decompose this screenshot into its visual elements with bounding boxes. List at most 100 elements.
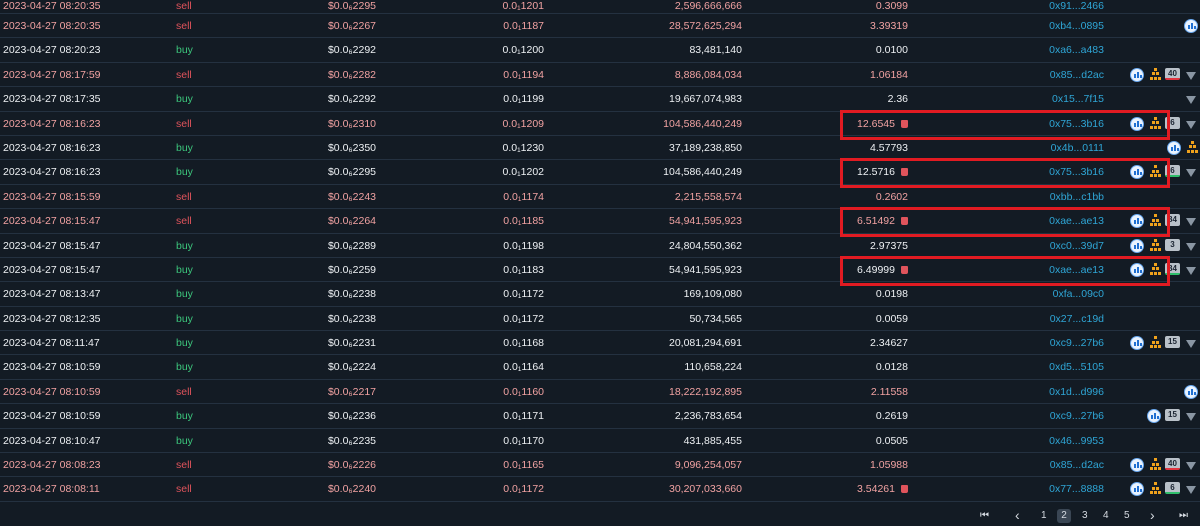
trade-usd-price: $0.0₆2264 — [328, 209, 376, 233]
page-4-button[interactable]: 4 — [1103, 510, 1109, 521]
trade-type: sell — [176, 453, 192, 477]
trade-usd-price: $0.0₆2243 — [328, 185, 376, 209]
trade-price: 0.0₁1200 — [503, 38, 545, 62]
trade-usd-price-text: $0.0₆2235 — [327, 434, 376, 447]
filter-icon[interactable] — [1186, 218, 1196, 227]
table-row-partial: 2023-04-27 08:20:35 sell $0.0₆2295 0.0₁1… — [0, 0, 1200, 14]
trade-amount-text: 50,734,565 — [689, 312, 742, 325]
maker-address-link[interactable]: 0x1d...d996 — [1049, 380, 1104, 404]
chart-icon[interactable] — [1167, 140, 1181, 155]
trade-amount-text: 431,885,455 — [683, 434, 742, 447]
maker-address-link-text: 0x1d...d996 — [1049, 385, 1104, 398]
trade-price: 0.0₁1199 — [503, 87, 544, 111]
trade-time-text: 2023-04-27 08:20:35 — [3, 20, 101, 32]
maker-address-link[interactable]: 0x27...c19d — [1050, 307, 1104, 331]
filter-icon[interactable] — [1186, 120, 1196, 129]
filter-icon[interactable] — [1186, 340, 1196, 349]
trade-type-text: buy — [176, 239, 193, 252]
trade-time: 2023-04-27 08:17:59 — [3, 63, 101, 87]
first-page-button[interactable]: ⏮ — [980, 510, 989, 521]
trade-amount: 2,215,558,574 — [675, 185, 742, 209]
trade-type: buy — [176, 282, 193, 306]
filter-icon[interactable] — [1186, 266, 1196, 275]
maker-address-link[interactable]: 0x15...7f15 — [1052, 87, 1104, 111]
maker-address-link[interactable]: 0xc9...27b6 — [1050, 404, 1104, 428]
trade-amount-text: 37,189,238,850 — [669, 141, 742, 154]
trade-usd-price: $0.0₆2235 — [328, 429, 376, 453]
chart-icon[interactable] — [1130, 336, 1144, 351]
filter-icon[interactable] — [1186, 96, 1196, 105]
trade-type-text: sell — [176, 117, 192, 130]
trade-usd-price: $0.0₆2350 — [328, 136, 376, 160]
trade-type: buy — [176, 307, 193, 331]
trade-type-text: sell — [176, 190, 192, 203]
trade-usd-price: $0.0₆2238 — [328, 307, 376, 331]
trade-type: sell — [176, 185, 192, 209]
maker-address-link[interactable]: 0x85...d2ac — [1050, 63, 1104, 87]
trade-price: 0.0₁1187 — [503, 14, 544, 38]
trade-price: 0.0₁1170 — [503, 429, 544, 453]
page-1-button[interactable]: 1 — [1041, 510, 1047, 521]
maker-address-link[interactable]: 0xa6...a483 — [1049, 38, 1104, 62]
page-3-button[interactable]: 3 — [1082, 510, 1088, 521]
filter-icon[interactable] — [1186, 242, 1196, 251]
filter-icon[interactable] — [1186, 71, 1196, 80]
filter-icon[interactable] — [1186, 462, 1196, 471]
maker-address-link-text: 0xc0...39d7 — [1049, 239, 1104, 252]
trade-price: 0.0₁1185 — [503, 209, 544, 233]
chart-icon[interactable] — [1130, 238, 1144, 253]
trade-time-text: 2023-04-27 08:13:47 — [3, 288, 101, 301]
tx-count-badge: 6 — [1165, 482, 1180, 495]
last-page-button[interactable]: ⏭ — [1179, 510, 1188, 521]
maker-address-link-text: 0xc9...27b6 — [1049, 410, 1104, 423]
chart-icon[interactable] — [1130, 67, 1144, 82]
trade-total: 0.0128 — [876, 355, 908, 379]
trade-type-text: buy — [176, 361, 193, 374]
maker-address-link-text: 0xb4...0895 — [1049, 20, 1104, 32]
trade-amount: 8,886,084,034 — [675, 63, 742, 87]
trade-time-text: 2023-04-27 08:10:59 — [3, 385, 101, 398]
next-page-button[interactable]: › — [1150, 507, 1155, 523]
page-5-button[interactable]: 5 — [1124, 510, 1130, 521]
trade-usd-price-text: $0.0₆2231 — [327, 337, 376, 350]
maker-address-link[interactable]: 0xc9...27b6 — [1050, 331, 1104, 355]
trade-amount: 83,481,140 — [689, 38, 742, 62]
filter-icon[interactable] — [1186, 169, 1196, 178]
trade-price: 0.0₁1172 — [503, 282, 544, 306]
chart-icon[interactable] — [1130, 482, 1144, 497]
wallet-tags — [1124, 14, 1198, 38]
maker-address-link[interactable]: 0x77...8888 — [1049, 477, 1104, 501]
filter-icon[interactable] — [1186, 486, 1196, 495]
filter-icon[interactable] — [1186, 413, 1196, 422]
trade-amount-text: 18,222,192,895 — [669, 385, 742, 398]
trade-usd-price: $0.0₆2231 — [328, 331, 376, 355]
trade-time: 2023-04-27 08:08:23 — [3, 453, 101, 477]
trade-usd-price-text: $0.0₆2217 — [327, 385, 376, 398]
trade-total-text: 0.2619 — [875, 410, 908, 423]
trade-amount-text: 19,667,074,983 — [669, 93, 742, 106]
wallet-tags: 40 — [1124, 63, 1198, 87]
chart-icon[interactable] — [1184, 19, 1198, 33]
trade-price-text: 0.0₁1174 — [503, 190, 544, 203]
trade-total-text: 0.0100 — [875, 44, 908, 57]
trade-type-text: buy — [176, 166, 193, 179]
trade-total: 3.39319 — [870, 14, 908, 38]
trade-amount-text: 169,109,080 — [683, 288, 742, 301]
chart-icon[interactable] — [1184, 384, 1198, 399]
trade-total-text: 1.06184 — [870, 68, 908, 81]
prev-page-button[interactable]: ‹ — [1015, 507, 1020, 523]
trade-time-text: 2023-04-27 08:16:23 — [3, 166, 101, 179]
page-2-button[interactable]: 2 — [1057, 509, 1071, 523]
trade-time: 2023-04-27 08:11:47 — [3, 331, 100, 355]
trade-usd-price: $0.0₆2282 — [328, 63, 376, 87]
chart-icon[interactable] — [1147, 409, 1161, 424]
trade-type-text: sell — [176, 385, 192, 398]
trade-usd-price-text: $0.0₆2310 — [327, 117, 376, 130]
chart-icon[interactable] — [1130, 458, 1144, 473]
trade-price: 0.0₁1164 — [503, 355, 544, 379]
maker-address-link[interactable]: 0x85...d2ac — [1050, 453, 1104, 477]
maker-address-link[interactable]: 0xb4...0895 — [1049, 14, 1104, 38]
trade-time: 2023-04-27 08:10:59 — [3, 380, 101, 404]
maker-address-link[interactable]: 0xd5...5105 — [1049, 355, 1104, 379]
maker-address-link[interactable]: 0x46...9953 — [1049, 429, 1104, 453]
